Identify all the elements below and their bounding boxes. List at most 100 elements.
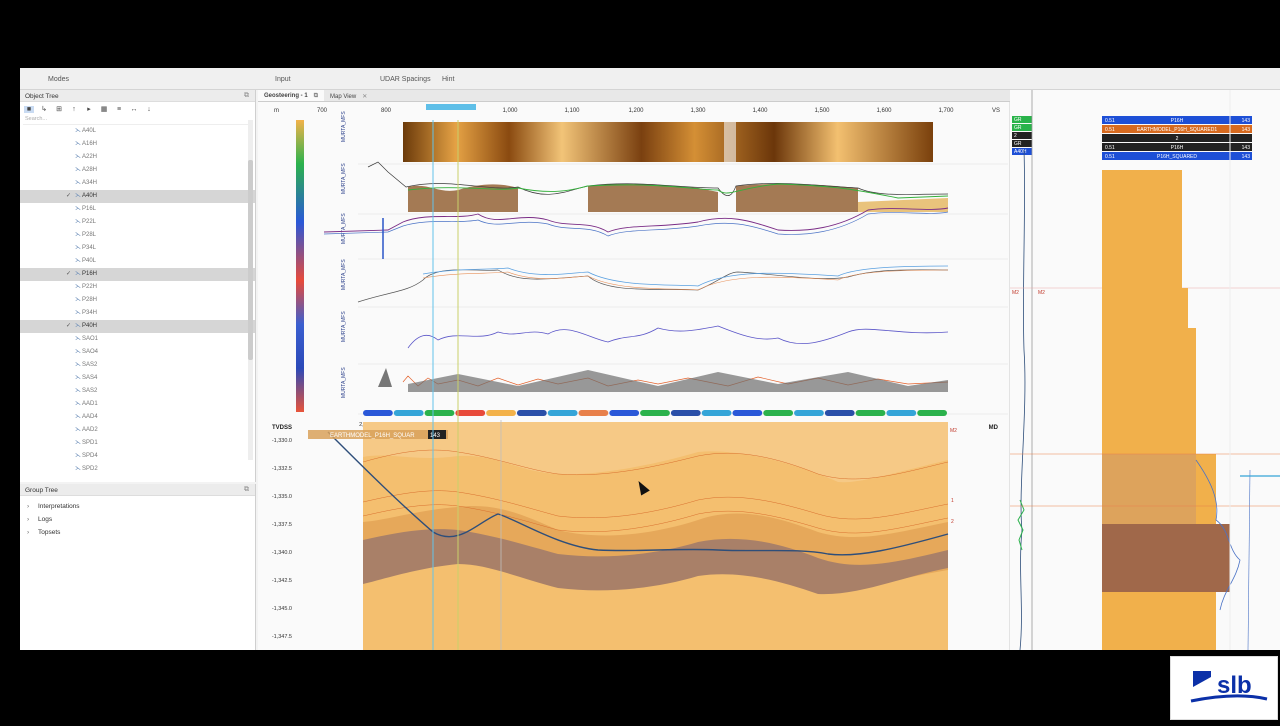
segment-bar[interactable]	[363, 410, 947, 416]
tree-item[interactable]: ⋋ A22H	[20, 151, 255, 164]
list-icon[interactable]: ≡	[114, 106, 124, 113]
expand-icon[interactable]: ↔	[129, 106, 139, 113]
pin-icon[interactable]: ⧉	[244, 486, 249, 494]
well-icon: ⋋	[75, 206, 81, 212]
filter-icon[interactable]: ■	[24, 105, 34, 113]
pin-icon[interactable]: ⧉	[244, 92, 249, 100]
chevron-right-icon[interactable]: ›	[27, 526, 29, 539]
tree-icon[interactable]: ⊞	[54, 105, 64, 113]
segment-chip[interactable]	[363, 410, 393, 416]
tab-geosteering[interactable]: Geosteering - 1 ⧉	[258, 90, 324, 101]
image-log-gap	[724, 122, 736, 162]
marker-1: 1	[951, 498, 954, 504]
sort-up-icon[interactable]: ↑	[69, 106, 79, 113]
sort-down-icon[interactable]: ↓	[144, 106, 154, 113]
segment-chip[interactable]	[516, 410, 547, 416]
segment-chip[interactable]	[486, 410, 516, 416]
top-axis-tick: 700	[317, 108, 328, 114]
segment-chip[interactable]	[701, 410, 732, 416]
geosteering-canvas[interactable]: m 700 800 1,000 1,100 1,200 1,300 1,400 1,500 1,…	[258, 102, 1010, 650]
group-item-topsets[interactable]: › Topsets	[20, 526, 255, 539]
tree-item[interactable]: ⋋ P28L	[20, 229, 255, 242]
segment-chip[interactable]	[455, 410, 486, 416]
tree-item[interactable]: ⋋ A34H	[20, 177, 255, 190]
earth-model-label: EARTHMODEL_P16H_SQUAR	[330, 433, 415, 439]
segment-chip[interactable]	[917, 410, 947, 416]
tree-item[interactable]: ⋋ A16H	[20, 138, 255, 151]
ribbon-hint[interactable]: Hint	[442, 76, 454, 83]
tree-item[interactable]: ⋋ SAS2	[20, 359, 255, 372]
tree-item[interactable]: ⋋ SAS4	[20, 372, 255, 385]
checkmark-icon[interactable]: ✓	[66, 268, 71, 281]
hierarchy-icon[interactable]: ↳	[39, 105, 49, 113]
tree-item[interactable]: ✓ ⋋ P40H	[20, 320, 255, 333]
segment-chip[interactable]	[670, 410, 701, 416]
depth-axis-tick: -1,337.5	[272, 522, 292, 528]
checkmark-icon[interactable]: ✓	[66, 190, 71, 203]
object-tree-header: Object Tree ⧉	[20, 90, 255, 102]
tree-item[interactable]: ⋋ P22H	[20, 281, 255, 294]
tree-item[interactable]: ⋋ AAD4	[20, 411, 255, 424]
well-icon: ⋋	[75, 362, 81, 368]
tree-item[interactable]: ⋋ P40L	[20, 255, 255, 268]
svg-text:MURTA_MFS: MURTA_MFS	[341, 367, 347, 398]
checkmark-icon[interactable]: ✓	[66, 320, 71, 333]
segment-chip[interactable]	[640, 410, 670, 416]
tree-item[interactable]: ⋋ SPD2	[20, 463, 255, 476]
segment-chip[interactable]	[824, 410, 855, 416]
search-input[interactable]: Search...	[23, 116, 252, 125]
segment-chip[interactable]	[578, 410, 609, 416]
ribbon-udar-spacings[interactable]: UDAR Spacings	[380, 76, 431, 83]
segment-chip[interactable]	[732, 410, 763, 416]
segment-chip[interactable]	[393, 410, 424, 416]
top-axis-tick: 800	[381, 108, 392, 114]
tree-item-label: AAD4	[82, 414, 98, 420]
range-highlight[interactable]	[426, 104, 476, 110]
track-color-bar	[296, 120, 304, 412]
ribbon-input[interactable]: Input	[275, 76, 291, 83]
tree-item[interactable]: ⋋ SAO1	[20, 333, 255, 346]
tree-item[interactable]: ⋋ SPD4	[20, 450, 255, 463]
scrollbar[interactable]	[248, 120, 253, 460]
segment-chip[interactable]	[547, 410, 578, 416]
chevron-right-icon[interactable]: ›	[27, 513, 29, 526]
pin-icon[interactable]: ⧉	[314, 93, 318, 99]
tree-item[interactable]: ⋋ P22L	[20, 216, 255, 229]
ribbon-modes[interactable]: Modes	[48, 76, 69, 83]
tree-item[interactable]: ✓ ⋋ P16H	[20, 268, 255, 281]
well-icon: ⋋	[75, 375, 81, 381]
tree-item-label: SAO4	[82, 349, 99, 355]
segment-chip[interactable]	[609, 410, 640, 416]
tree-item[interactable]: ⋋ SAO4	[20, 346, 255, 359]
tree-item[interactable]: ⋋ SAS2	[20, 385, 255, 398]
tree-item-label: A34H	[82, 180, 98, 186]
legend-name: EARTHMODEL_P16H_SQUARED1	[1137, 127, 1217, 133]
group-item-logs[interactable]: › Logs	[20, 513, 255, 526]
tree-item[interactable]: ⋋ A28H	[20, 164, 255, 177]
tree-item-label: AAD1	[82, 401, 98, 407]
grid-icon[interactable]: ▦	[99, 105, 109, 113]
tree-item-label: A40H	[82, 193, 98, 199]
play-icon[interactable]: ▸	[84, 105, 94, 113]
tree-item[interactable]: ⋋ P28H	[20, 294, 255, 307]
segment-chip[interactable]	[794, 410, 824, 416]
segment-chip[interactable]	[424, 410, 455, 416]
tree-item[interactable]: ⋋ P34L	[20, 242, 255, 255]
segment-chip[interactable]	[886, 410, 917, 416]
right-log-canvas[interactable]: GR GR 2 GR A40H M2 M2 0.51 P16H 143 0.51 EARTHMO…	[1010, 90, 1280, 650]
close-icon[interactable]: ✕	[362, 94, 367, 100]
tree-item[interactable]: ⋋ SPD1	[20, 437, 255, 450]
group-item-interpretations[interactable]: › Interpretations	[20, 500, 255, 513]
tree-item[interactable]: ⋋ P34H	[20, 307, 255, 320]
chevron-right-icon[interactable]: ›	[27, 500, 29, 513]
vs-label: VS	[992, 108, 1000, 114]
tree-item[interactable]: ⋋ AAD1	[20, 398, 255, 411]
tree-item[interactable]: ⋋ P16L	[20, 203, 255, 216]
tree-item[interactable]: ✓ ⋋ A40H	[20, 190, 255, 203]
tree-item[interactable]: ⋋ A40L	[20, 125, 255, 138]
segment-chip[interactable]	[763, 410, 794, 416]
tree-item[interactable]: ⋋ AAD2	[20, 424, 255, 437]
segment-chip[interactable]	[855, 410, 886, 416]
well-icon: ⋋	[75, 427, 81, 433]
tab-map-view[interactable]: Map View ✕	[324, 90, 373, 101]
